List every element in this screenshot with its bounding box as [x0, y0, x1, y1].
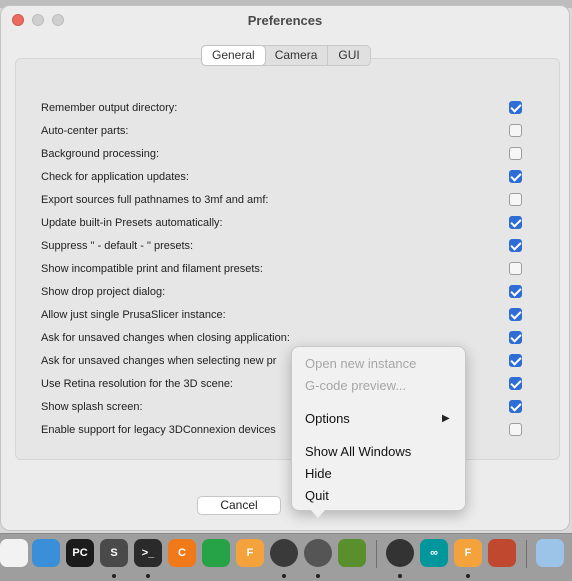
menu-pointer: [310, 509, 326, 518]
tab-gui[interactable]: GUI: [327, 46, 369, 65]
option-row: Allow just single PrusaSlicer instance:: [41, 307, 526, 325]
sublime-app-icon[interactable]: S: [100, 539, 128, 567]
running-indicator: [146, 574, 150, 578]
prusaslicer-active-app-icon[interactable]: [304, 539, 332, 567]
option-checkbox[interactable]: [509, 101, 522, 114]
option-checkbox[interactable]: [509, 285, 522, 298]
option-row: Show drop project dialog:: [41, 284, 526, 302]
menu-item-show-all-windows[interactable]: Show All Windows: [305, 444, 411, 459]
tab-general[interactable]: General: [202, 46, 265, 65]
option-checkbox[interactable]: [509, 400, 522, 413]
option-row: Remember output directory:: [41, 100, 526, 118]
option-label: Ask for unsaved changes when closing app…: [41, 332, 290, 344]
prusaslicer-app-icon[interactable]: [270, 539, 298, 567]
submenu-arrow-icon: ▶: [442, 413, 450, 424]
dock-separator: [376, 540, 377, 568]
dock: PC S >_ C F ∞ F: [0, 533, 572, 581]
option-row: Check for application updates:: [41, 169, 526, 187]
option-label: Allow just single PrusaSlicer instance:: [41, 309, 226, 321]
window-title: Preferences: [247, 13, 323, 28]
option-checkbox[interactable]: [509, 147, 522, 160]
minecraft-app-icon[interactable]: [338, 539, 366, 567]
menu-item-open-new-instance: Open new instance: [305, 356, 417, 371]
preferences-window: Preferences General Camera GUI Remember …: [0, 5, 570, 531]
tab-bar: General Camera GUI: [201, 45, 371, 66]
fusion2-app-icon[interactable]: F: [454, 539, 482, 567]
running-indicator: [282, 574, 286, 578]
option-checkbox[interactable]: [509, 170, 522, 183]
option-label: Show splash screen:: [41, 401, 143, 413]
option-row: Export sources full pathnames to 3mf and…: [41, 192, 526, 210]
downloads-folder-icon[interactable]: [536, 539, 564, 567]
c-app-icon[interactable]: C: [168, 539, 196, 567]
dock-separator: [526, 540, 527, 568]
option-label: Suppress " - default - " presets:: [41, 240, 194, 252]
option-checkbox[interactable]: [509, 239, 522, 252]
option-label: Enable support for legacy 3DConnexion de…: [41, 424, 276, 436]
pycharm-app-icon[interactable]: PC: [66, 539, 94, 567]
option-row: Suppress " - default - " presets:: [41, 238, 526, 256]
option-label: Check for application updates:: [41, 171, 189, 183]
option-checkbox[interactable]: [509, 216, 522, 229]
running-indicator: [466, 574, 470, 578]
option-checkbox[interactable]: [509, 124, 522, 137]
option-checkbox[interactable]: [509, 331, 522, 344]
elephant-app-icon[interactable]: [32, 539, 60, 567]
menu-item-hide[interactable]: Hide: [305, 466, 332, 481]
option-label: Background processing:: [41, 148, 160, 160]
terminal-app-icon[interactable]: >_: [134, 539, 162, 567]
option-checkbox[interactable]: [509, 262, 522, 275]
dock-context-menu: Open new instance G-code preview... Opti…: [291, 346, 466, 511]
menu-item-quit[interactable]: Quit: [305, 488, 329, 503]
running-indicator: [316, 574, 320, 578]
option-row: Auto-center parts:: [41, 123, 526, 141]
option-checkbox[interactable]: [509, 423, 522, 436]
option-row: Update built-in Presets automatically:: [41, 215, 526, 233]
option-row: Background processing:: [41, 146, 526, 164]
pencil-app-icon[interactable]: [0, 539, 28, 567]
gem-app-icon[interactable]: [488, 539, 516, 567]
fusion-app-icon[interactable]: F: [236, 539, 264, 567]
running-indicator: [398, 574, 402, 578]
option-label: Use Retina resolution for the 3D scene:: [41, 378, 233, 390]
option-checkbox[interactable]: [509, 308, 522, 321]
tab-camera[interactable]: Camera: [265, 46, 328, 65]
option-checkbox[interactable]: [509, 354, 522, 367]
running-indicator: [112, 574, 116, 578]
option-checkbox[interactable]: [509, 377, 522, 390]
option-label: Export sources full pathnames to 3mf and…: [41, 194, 269, 206]
option-label: Show drop project dialog:: [41, 286, 166, 298]
network-app-icon[interactable]: [202, 539, 230, 567]
option-row: Show incompatible print and filament pre…: [41, 261, 526, 279]
option-checkbox[interactable]: [509, 193, 522, 206]
option-label: Update built-in Presets automatically:: [41, 217, 223, 229]
cancel-button[interactable]: Cancel: [197, 496, 281, 515]
option-label: Ask for unsaved changes when selecting n…: [41, 355, 277, 367]
option-label: Auto-center parts:: [41, 125, 129, 137]
option-label: Remember output directory:: [41, 102, 178, 114]
option-label: Show incompatible print and filament pre…: [41, 263, 263, 275]
menu-item-gcode-preview: G-code preview...: [305, 378, 407, 393]
arduino-app-icon[interactable]: ∞: [420, 539, 448, 567]
menu-item-options[interactable]: Options: [305, 411, 350, 426]
camera-app-icon[interactable]: [386, 539, 414, 567]
